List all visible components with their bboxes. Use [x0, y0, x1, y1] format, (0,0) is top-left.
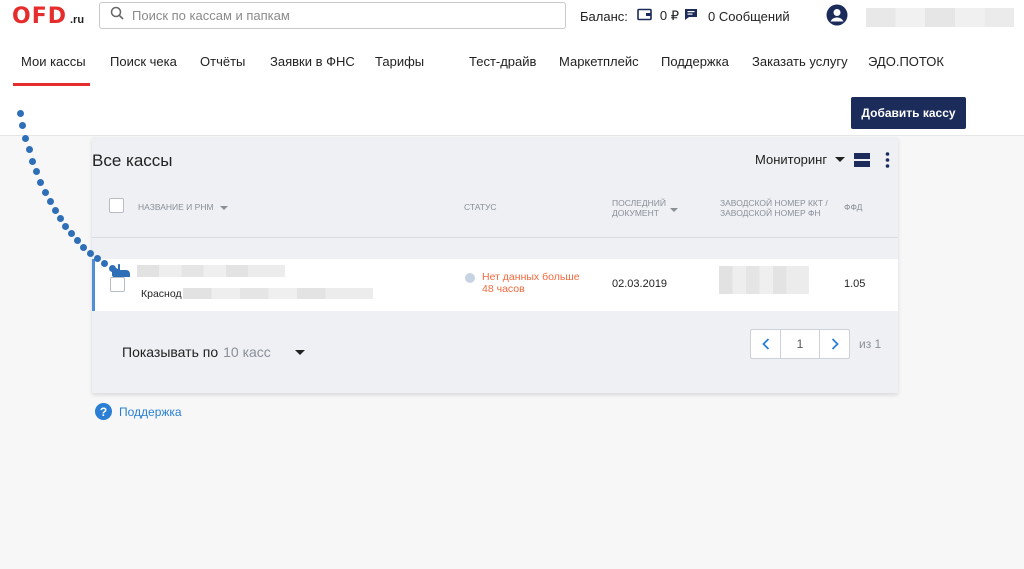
sort-caret-icon [219, 205, 228, 210]
nav-reports[interactable]: Отчёты [200, 54, 245, 69]
table-footer: Показывать по 10 касс 1 из 1 [92, 311, 898, 393]
messages-label: 0 Сообщений [708, 8, 790, 24]
column-header-last-doc[interactable]: Последний документ [612, 198, 672, 218]
wallet-icon[interactable] [637, 8, 652, 24]
next-page-button[interactable] [820, 330, 849, 358]
logo-text: OFD [12, 4, 67, 29]
pagination: 1 [750, 329, 850, 359]
pointer-dot [16, 109, 24, 117]
chevron-down-icon [835, 157, 846, 162]
active-tab-indicator [13, 83, 90, 86]
main-nav: Мои кассы Поиск чека Отчёты Заявки в ФНС… [0, 34, 1024, 136]
registers-panel: Все кассы Мониторинг Название и РНМ Стат… [92, 137, 898, 393]
last-document-date: 02.03.2019 [612, 278, 668, 290]
pointer-dot [25, 146, 33, 154]
prev-page-button[interactable] [751, 330, 780, 358]
pointer-dot [74, 237, 82, 245]
pointer-dot [51, 206, 59, 214]
page-number-input[interactable]: 1 [780, 330, 820, 358]
logo-suffix: .ru [70, 14, 85, 26]
user-avatar-icon [826, 4, 848, 31]
pointer-dot [93, 255, 101, 263]
chevron-down-icon [294, 349, 305, 355]
column-name-label: Название и РНМ [138, 202, 214, 212]
chevron-right-icon [831, 338, 839, 350]
nav-fns-requests[interactable]: Заявки в ФНС [270, 54, 355, 69]
pointer-dot [108, 264, 116, 272]
pointer-dot [80, 243, 88, 251]
register-name-redacted [137, 265, 285, 277]
nav-my-registers[interactable]: Мои кассы [21, 54, 86, 69]
status-dot [465, 273, 475, 283]
nav-test-drive[interactable]: Тест-драйв [469, 54, 536, 69]
more-options-icon[interactable] [885, 152, 890, 173]
nav-tariffs[interactable]: Тарифы [375, 54, 424, 69]
nav-support[interactable]: Поддержка [661, 54, 729, 69]
nav-marketplace[interactable]: Маркетплейс [559, 54, 639, 69]
table-row[interactable]: Краснод Нет данных больше 48 часов 02.03… [92, 259, 898, 311]
top-bar: OFD .ru Баланс: 0 ₽ 0 Сообщений [0, 0, 1024, 34]
pointer-dot [87, 249, 95, 257]
list-view-icon[interactable] [854, 153, 870, 172]
ofd-logo[interactable]: OFD .ru [12, 4, 85, 29]
search-input[interactable] [132, 8, 552, 23]
column-header-ffd: ФФД [844, 202, 863, 212]
nav-order-service[interactable]: Заказать услугу [752, 54, 848, 69]
column-last-doc-label: Последний документ [612, 198, 666, 218]
support-link-label: Поддержка [119, 404, 182, 419]
add-register-button[interactable]: Добавить кассу [851, 97, 966, 129]
help-icon: ? [95, 403, 112, 420]
sort-caret-icon[interactable] [670, 208, 678, 212]
chevron-left-icon [761, 338, 769, 350]
table-header: Название и РНМ Статус Последний документ… [92, 183, 898, 238]
page-title: Все кассы [92, 151, 173, 170]
pointer-dot [37, 178, 45, 186]
nav-receipt-search[interactable]: Поиск чека [110, 54, 177, 69]
pointer-dot [41, 188, 49, 196]
pointer-dot [33, 168, 41, 176]
register-address: Краснод [141, 288, 182, 300]
balance: Баланс: 0 ₽ [580, 8, 679, 24]
column-header-status: Статус [464, 202, 497, 212]
serial-redacted [719, 266, 809, 294]
ffd-version: 1.05 [844, 278, 866, 290]
support-link[interactable]: ? Поддержка [95, 403, 182, 420]
pointer-dot [62, 222, 70, 230]
balance-value: 0 ₽ [659, 8, 679, 23]
pointer-dot [68, 230, 76, 238]
status-text: Нет данных больше 48 часов [482, 271, 580, 295]
select-all-checkbox[interactable] [109, 198, 124, 213]
column-header-name[interactable]: Название и РНМ [138, 202, 228, 212]
pointer-dot [29, 157, 37, 165]
balance-label: Баланс: [580, 8, 628, 24]
search-box[interactable] [99, 2, 566, 29]
pointer-dot [56, 215, 64, 223]
user-name-redacted [866, 8, 1014, 27]
per-page-label: Показывать по [122, 344, 219, 360]
total-pages: из 1 [859, 337, 882, 351]
messages[interactable]: 0 Сообщений [684, 8, 790, 24]
search-icon [110, 6, 124, 25]
message-icon [684, 8, 698, 24]
address-redacted [183, 288, 373, 299]
per-page-value: 10 касс [223, 344, 271, 360]
pointer-dot [46, 197, 54, 205]
column-header-serial: Заводской номер ККТ / заводской номер ФН [720, 198, 828, 218]
per-page-select[interactable]: Показывать по 10 касс [122, 344, 305, 360]
monitoring-label: Мониторинг [755, 152, 828, 167]
nav-edo-potok[interactable]: ЭДО.ПОТОК [868, 54, 944, 69]
monitoring-dropdown[interactable]: Мониторинг [755, 152, 846, 167]
user-menu[interactable] [826, 4, 1014, 31]
pointer-dot [22, 134, 30, 142]
